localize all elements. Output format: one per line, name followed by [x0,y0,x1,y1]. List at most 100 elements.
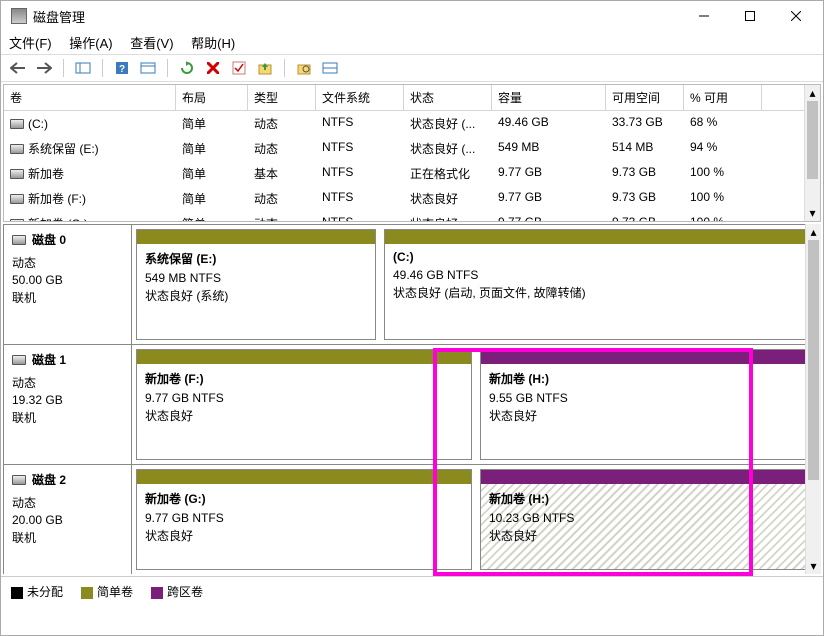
cell-status: 状态良好 (... [404,137,492,160]
cell-capacity: 9.77 GB [492,162,606,185]
back-button[interactable] [7,57,29,79]
cell-free: 9.73 GB [606,162,684,185]
scroll-up-icon[interactable]: ▴ [806,224,821,240]
legend-label: 未分配 [27,585,63,599]
partition[interactable]: 新加卷 (F:) 9.77 GB NTFS 状态良好 [136,349,472,460]
scroll-down-icon[interactable]: ▾ [806,558,821,574]
disk-row-1[interactable]: 磁盘 1 动态 19.32 GB 联机 新加卷 (F:) 9.77 GB NTF… [3,344,821,464]
folder-search-icon[interactable] [293,57,315,79]
cell-volume: 系统保留 (E:) [28,140,99,157]
menu-bar: 文件(F) 操作(A) 查看(V) 帮助(H) [1,31,823,54]
disk-icon [12,355,26,365]
cell-free: 9.73 GB [606,212,684,221]
menu-help[interactable]: 帮助(H) [191,36,235,51]
volume-icon [10,169,24,179]
col-pct[interactable]: % 可用 [684,85,762,110]
minimize-button[interactable] [681,2,727,30]
cell-volume: (C:) [28,117,48,131]
scroll-up-icon[interactable]: ▴ [805,85,820,101]
graphical-view: 磁盘 0 动态 50.00 GB 联机 系统保留 (E:) 549 MB NTF… [3,224,821,574]
partition[interactable]: 新加卷 (H:) 9.55 GB NTFS 状态良好 [480,349,816,460]
col-volume[interactable]: 卷 [4,85,176,110]
cell-capacity: 9.77 GB [492,187,606,210]
window-title: 磁盘管理 [33,7,681,26]
delete-icon[interactable] [202,57,224,79]
cell-type: 基本 [248,162,316,185]
cell-pct: 94 % [684,137,762,160]
toolbar: ? [1,54,823,82]
cell-free: 33.73 GB [606,112,684,135]
stripe-spanned [481,350,815,364]
partition[interactable]: 新加卷 (H:) 10.23 GB NTFS 状态良好 [480,469,816,570]
grid-scrollbar[interactable]: ▴ ▾ [804,85,820,221]
cell-status: 正在格式化 [404,162,492,185]
disk-info: 磁盘 2 动态 20.00 GB 联机 [4,465,132,574]
show-hide-console-button[interactable] [72,57,94,79]
title-bar: 磁盘管理 [1,1,823,31]
table-row[interactable]: 新加卷简单基本NTFS正在格式化9.77 GB9.73 GB100 % [4,161,820,186]
legend-swatch-unallocated [11,587,23,599]
table-row[interactable]: (C:)简单动态NTFS状态良好 (...49.46 GB33.73 GB68 … [4,111,820,136]
table-row[interactable]: 新加卷 (F:)简单动态NTFS状态良好9.77 GB9.73 GB100 % [4,186,820,211]
disk-info: 磁盘 0 动态 50.00 GB 联机 [4,225,132,344]
cell-status: 状态良好 [404,212,492,221]
properties-icon[interactable] [137,57,159,79]
svg-text:?: ? [119,64,125,75]
refresh-icon[interactable] [176,57,198,79]
legend: 未分配 简单卷 跨区卷 [1,576,823,606]
cell-fs: NTFS [316,212,404,221]
close-button[interactable] [773,2,819,30]
graphical-scrollbar[interactable]: ▴ ▾ [805,224,821,574]
cell-pct: 68 % [684,112,762,135]
table-row[interactable]: 新加卷 (G:)简单动态NTFS状态良好9.77 GB9.73 GB100 % [4,211,820,221]
partition[interactable]: 新加卷 (G:) 9.77 GB NTFS 状态良好 [136,469,472,570]
cell-type: 动态 [248,187,316,210]
maximize-button[interactable] [727,2,773,30]
forward-button[interactable] [33,57,55,79]
check-icon[interactable] [228,57,250,79]
stripe-simple [137,230,375,244]
menu-action[interactable]: 操作(A) [69,36,112,51]
disk-icon [12,235,26,245]
scroll-thumb[interactable] [807,101,818,179]
disk-row-0[interactable]: 磁盘 0 动态 50.00 GB 联机 系统保留 (E:) 549 MB NTF… [3,224,821,344]
cell-layout: 简单 [176,137,248,160]
scroll-thumb[interactable] [808,240,819,480]
col-capacity[interactable]: 容量 [492,85,606,110]
menu-file[interactable]: 文件(F) [9,36,52,51]
partition[interactable]: (C:) 49.46 GB NTFS 状态良好 (启动, 页面文件, 故障转储) [384,229,816,340]
disk-row-2[interactable]: 磁盘 2 动态 20.00 GB 联机 新加卷 (G:) 9.77 GB NTF… [3,464,821,574]
app-icon [11,8,27,24]
cell-layout: 简单 [176,162,248,185]
volume-list: 卷 布局 类型 文件系统 状态 容量 可用空间 % 可用 (C:)简单动态NTF… [3,84,821,222]
volume-icon [10,119,24,129]
cell-fs: NTFS [316,187,404,210]
col-type[interactable]: 类型 [248,85,316,110]
cell-capacity: 9.77 GB [492,212,606,221]
legend-swatch-simple [81,587,93,599]
disk-icon [12,475,26,485]
col-free[interactable]: 可用空间 [606,85,684,110]
cell-type: 动态 [248,212,316,221]
cell-status: 状态良好 (... [404,112,492,135]
cell-volume: 新加卷 (G:) [28,215,88,221]
table-row[interactable]: 系统保留 (E:)简单动态NTFS状态良好 (...549 MB514 MB94… [4,136,820,161]
col-layout[interactable]: 布局 [176,85,248,110]
volume-icon [10,144,24,154]
col-status[interactable]: 状态 [404,85,492,110]
list-view-icon[interactable] [319,57,341,79]
cell-fs: NTFS [316,137,404,160]
help-icon[interactable]: ? [111,57,133,79]
grid-header: 卷 布局 类型 文件系统 状态 容量 可用空间 % 可用 [4,85,820,111]
folder-up-icon[interactable] [254,57,276,79]
menu-view[interactable]: 查看(V) [130,36,173,51]
cell-volume: 新加卷 [28,165,64,182]
cell-free: 9.73 GB [606,187,684,210]
col-fs[interactable]: 文件系统 [316,85,404,110]
partition[interactable]: 系统保留 (E:) 549 MB NTFS 状态良好 (系统) [136,229,376,340]
cell-layout: 简单 [176,187,248,210]
scroll-down-icon[interactable]: ▾ [805,205,820,221]
stripe-simple [385,230,815,244]
cell-pct: 100 % [684,162,762,185]
legend-swatch-spanned [151,587,163,599]
